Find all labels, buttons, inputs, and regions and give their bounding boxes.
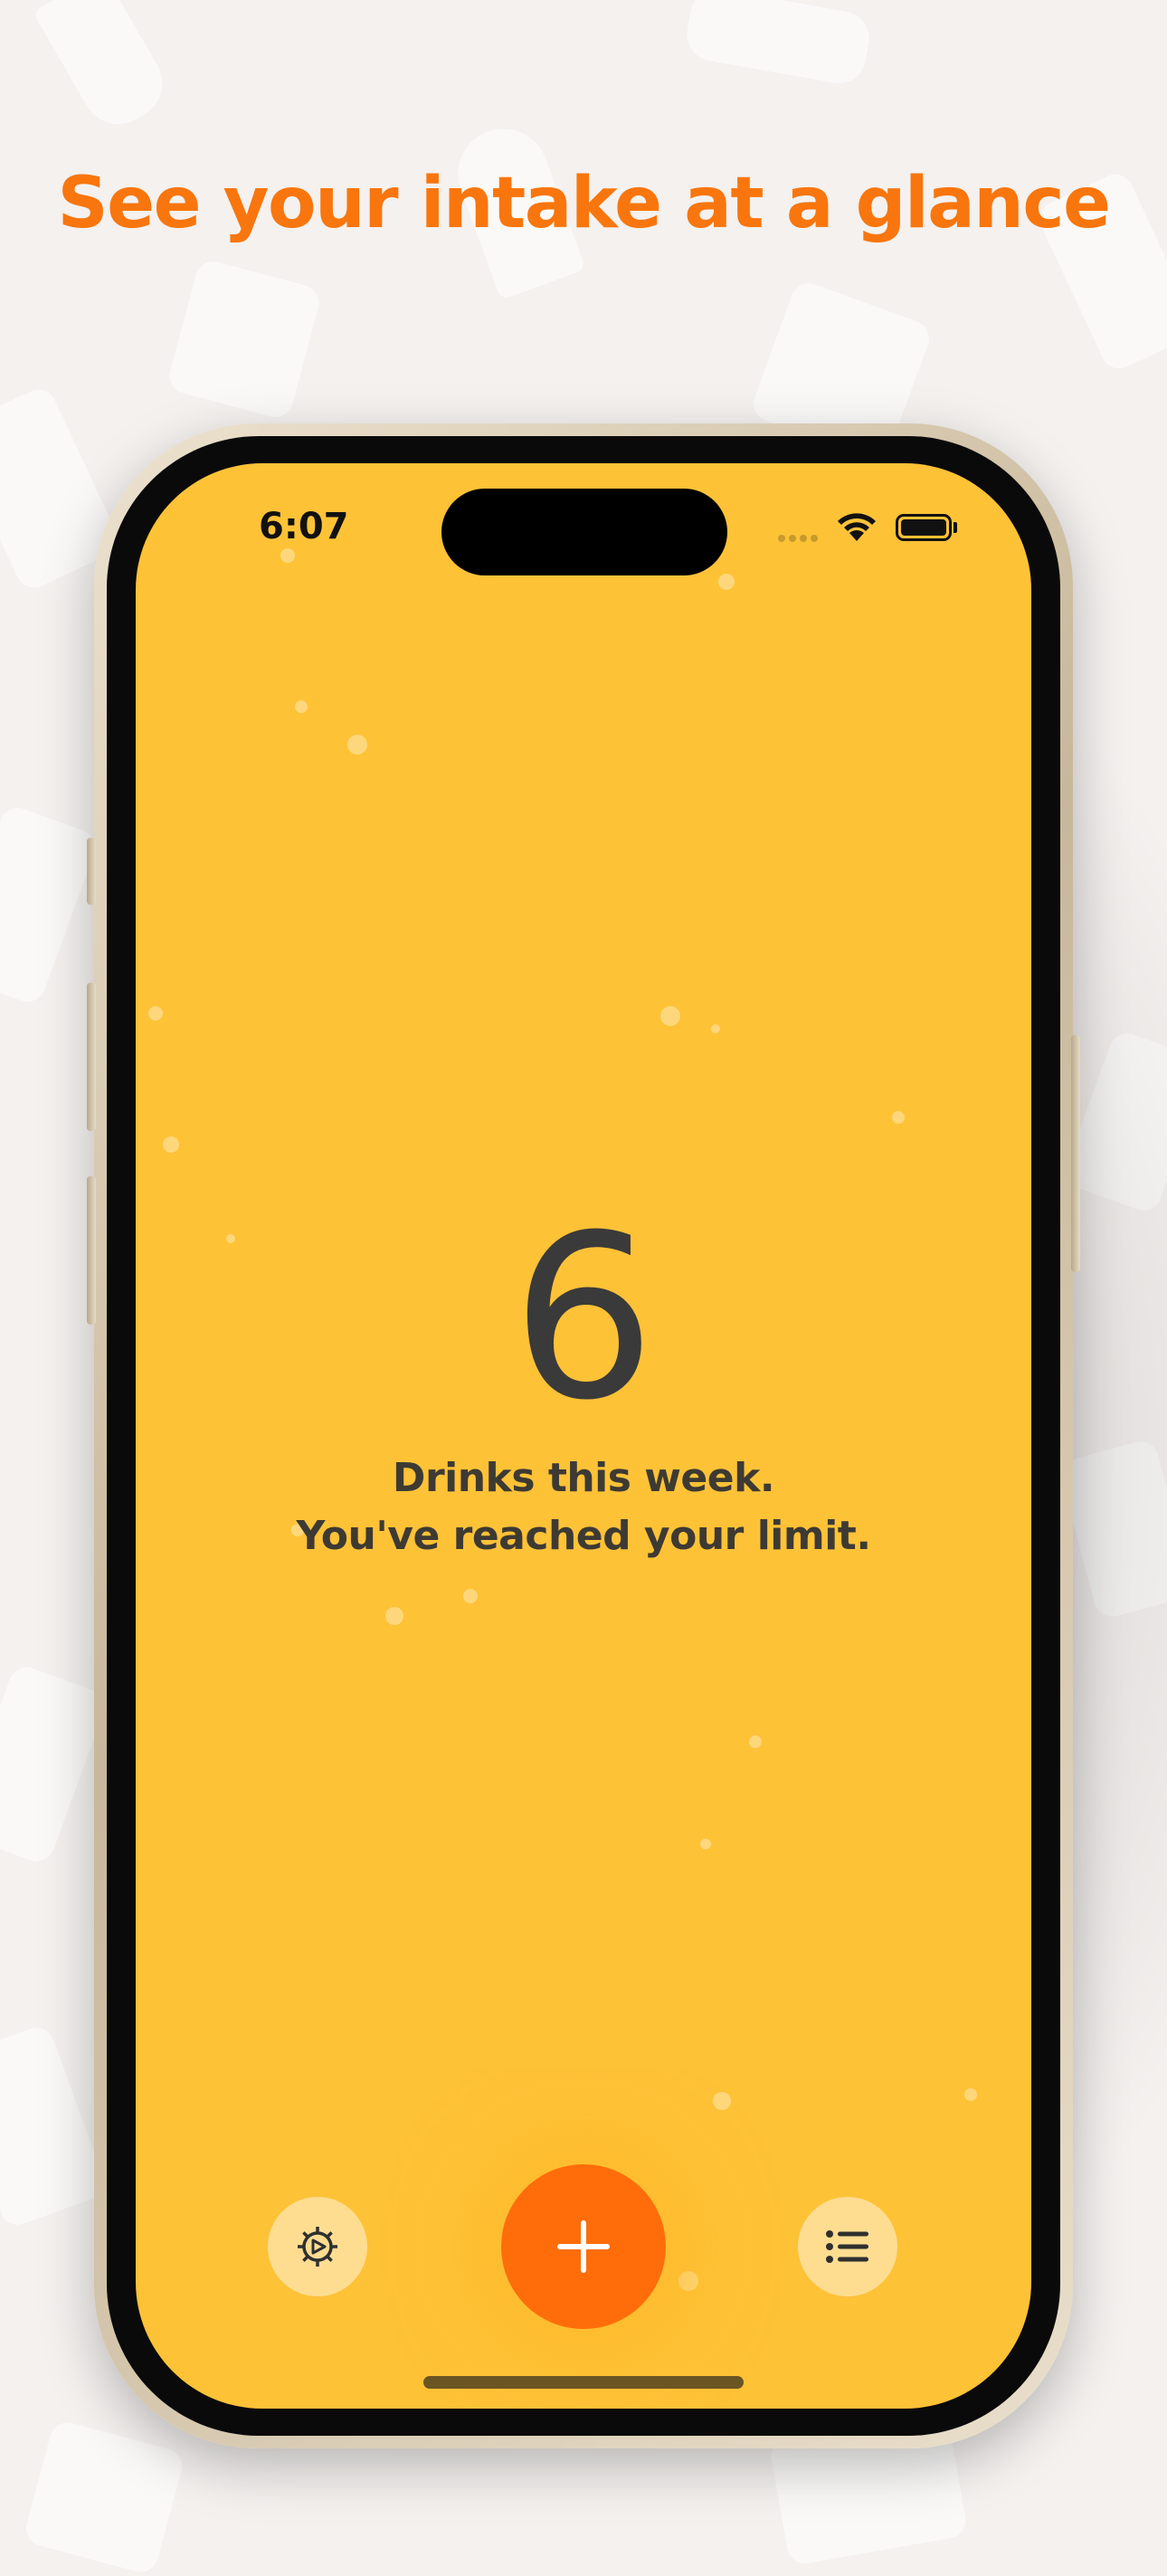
phone-power-button [1071,1035,1080,1272]
bubble-decoration [347,735,367,755]
gear-icon [298,2227,337,2267]
bubble-decoration [463,1589,478,1603]
marketing-headline: See your intake at a glance [57,163,1111,244]
background-glass-decoration [0,2022,109,2230]
background-glass-decoration [33,0,176,138]
bubble-decoration [280,548,295,563]
bubble-decoration [713,2092,731,2110]
status-bar-time: 6:07 [259,506,349,547]
bubble-decoration [295,700,308,713]
background-glass-decoration [0,1662,109,1867]
add-drink-button[interactable] [501,2164,666,2329]
bubble-decoration [700,1839,711,1849]
bubble-decoration [660,1006,680,1026]
bubble-decoration [711,1024,720,1033]
bubble-decoration [892,1111,905,1124]
settings-button[interactable] [268,2197,367,2296]
battery-icon [896,514,952,541]
bubble-decoration [718,574,735,590]
bubble-decoration [964,2088,977,2101]
bubble-decoration [163,1136,179,1153]
cellular-signal-icon [778,530,821,547]
background-glass-decoration [0,803,100,1007]
caption-drinks-this-week: Drinks this week. [392,1455,775,1501]
phone-volume-down-button [87,1176,96,1325]
plus-icon [557,2220,610,2273]
bubble-decoration [749,1735,762,1748]
drink-count: 6 [511,1186,656,1450]
phone-action-button [87,838,96,905]
phone-volume-up-button [87,983,96,1131]
battery-cap [954,522,957,533]
home-indicator[interactable] [423,2376,744,2389]
dynamic-island [441,489,727,575]
background-glass-decoration [165,257,324,422]
wifi-icon [838,513,876,541]
bubble-decoration [148,1006,163,1021]
list-icon [826,2230,868,2263]
app-screen: 6:07 6 Drinks this week. You've reached … [136,463,1031,2409]
background-glass-decoration [682,0,874,88]
caption-limit-status: You've reached your limit. [296,1513,871,1559]
bubble-decoration [678,2271,698,2291]
history-list-button[interactable] [798,2197,897,2296]
bubble-decoration [385,1607,403,1625]
